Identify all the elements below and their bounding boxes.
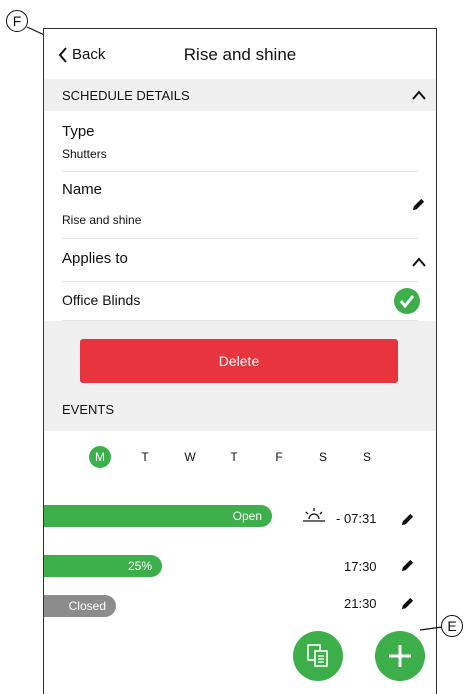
name-value: Rise and shine	[62, 213, 142, 227]
event-bar-closed[interactable]: Closed	[44, 595, 116, 617]
event-state-label: 25%	[127, 559, 152, 573]
events-heading: EVENTS	[62, 402, 115, 417]
event-bar-open[interactable]: Open	[44, 505, 272, 527]
check-circle-icon	[394, 288, 420, 314]
day-sunday[interactable]: S	[356, 446, 378, 468]
delete-section: Delete EVENTS	[44, 321, 436, 431]
day-friday[interactable]: F	[268, 446, 290, 468]
schedule-details-header[interactable]: SCHEDULE DETAILS	[44, 79, 436, 111]
applies-to-item-label: Office Blinds	[62, 292, 141, 308]
copy-schedule-button[interactable]	[293, 631, 343, 681]
copy-icon	[307, 644, 328, 667]
name-row[interactable]: Name Rise and shine	[44, 172, 436, 238]
chevron-up-icon[interactable]	[412, 89, 426, 101]
event-state-label: Closed	[68, 599, 106, 613]
app-header: Back Rise and shine	[44, 29, 436, 79]
type-label: Type	[62, 123, 95, 140]
page-title: Rise and shine	[183, 45, 297, 64]
day-monday[interactable]: M	[89, 446, 111, 468]
day-thursday[interactable]: T	[223, 446, 245, 468]
plus-icon	[389, 645, 411, 667]
pencil-icon[interactable]	[400, 558, 415, 573]
delete-label: Delete	[218, 353, 260, 369]
event-time: - 07:31	[336, 511, 377, 526]
day-saturday[interactable]: S	[312, 446, 334, 468]
applies-to-label: Applies to	[62, 250, 128, 267]
event-state-label: Open	[232, 509, 262, 523]
applies-to-row[interactable]: Applies to	[44, 239, 436, 281]
type-row: Type Shutters	[44, 111, 436, 171]
event-time: 17:30	[344, 559, 377, 574]
applies-to-item[interactable]: Office Blinds	[44, 282, 436, 321]
type-value: Shutters	[62, 147, 107, 161]
phone-screen: Back Rise and shine SCHEDULE DETAILS Typ…	[43, 28, 437, 694]
pencil-icon[interactable]	[400, 512, 415, 527]
event-time: 21:30	[344, 596, 377, 611]
name-label: Name	[62, 181, 103, 198]
delete-button[interactable]: Delete	[80, 339, 398, 383]
day-tuesday[interactable]: T	[134, 446, 156, 468]
pencil-icon[interactable]	[411, 197, 426, 212]
schedule-details-label: SCHEDULE DETAILS	[62, 88, 190, 103]
callout-e: E	[441, 615, 463, 637]
day-wednesday[interactable]: W	[179, 446, 201, 468]
sunrise-icon	[303, 508, 325, 522]
event-bar-25[interactable]: 25%	[44, 555, 162, 577]
chevron-up-icon[interactable]	[412, 256, 426, 268]
day-selector: M T W T F S S	[44, 431, 436, 481]
callout-e-label: E	[447, 618, 457, 634]
